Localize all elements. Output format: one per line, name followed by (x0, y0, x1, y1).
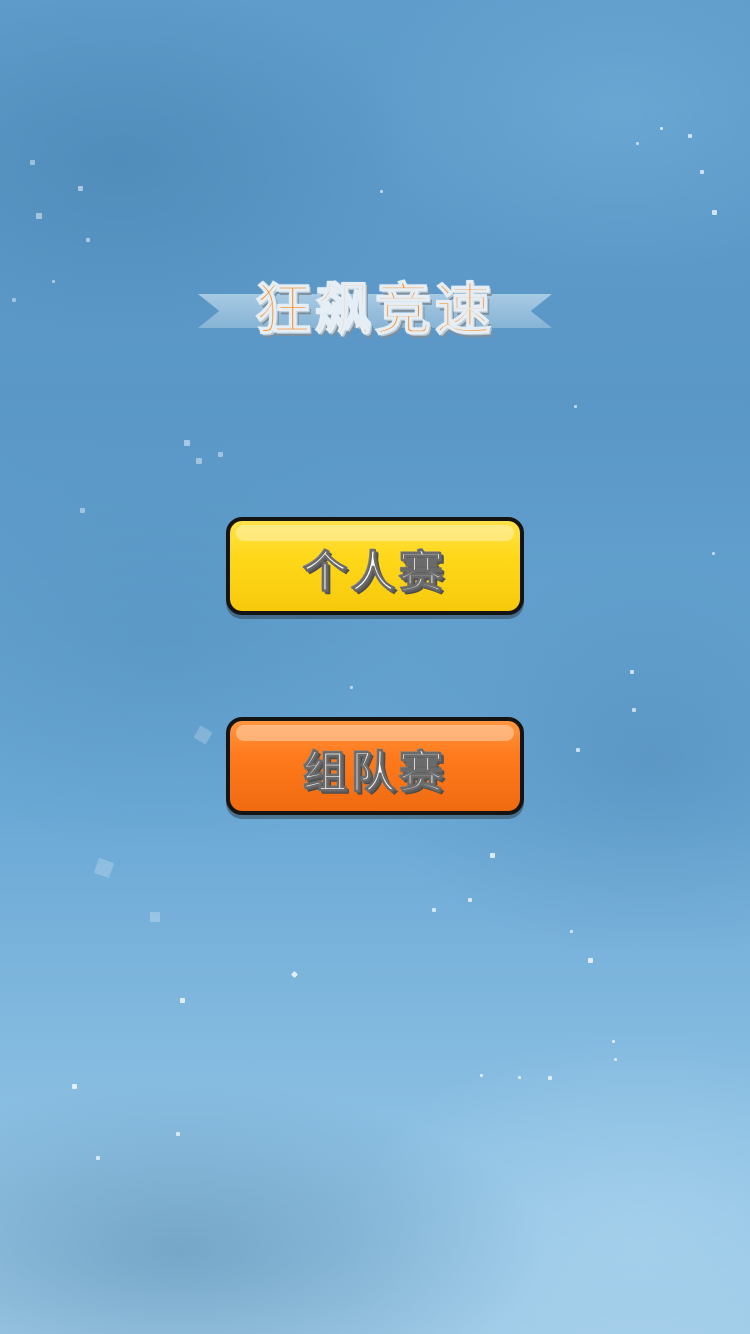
individual-race-button[interactable]: 个人赛 (226, 517, 524, 615)
team-race-label: 组队赛 (303, 747, 447, 799)
game-title-banner: 狂飙竞速 (198, 272, 552, 350)
individual-race-label: 个人赛 (303, 547, 447, 599)
game-title: 狂飙竞速 (254, 277, 495, 344)
team-race-button[interactable]: 组队赛 (226, 717, 524, 815)
sky-background (0, 0, 750, 1334)
